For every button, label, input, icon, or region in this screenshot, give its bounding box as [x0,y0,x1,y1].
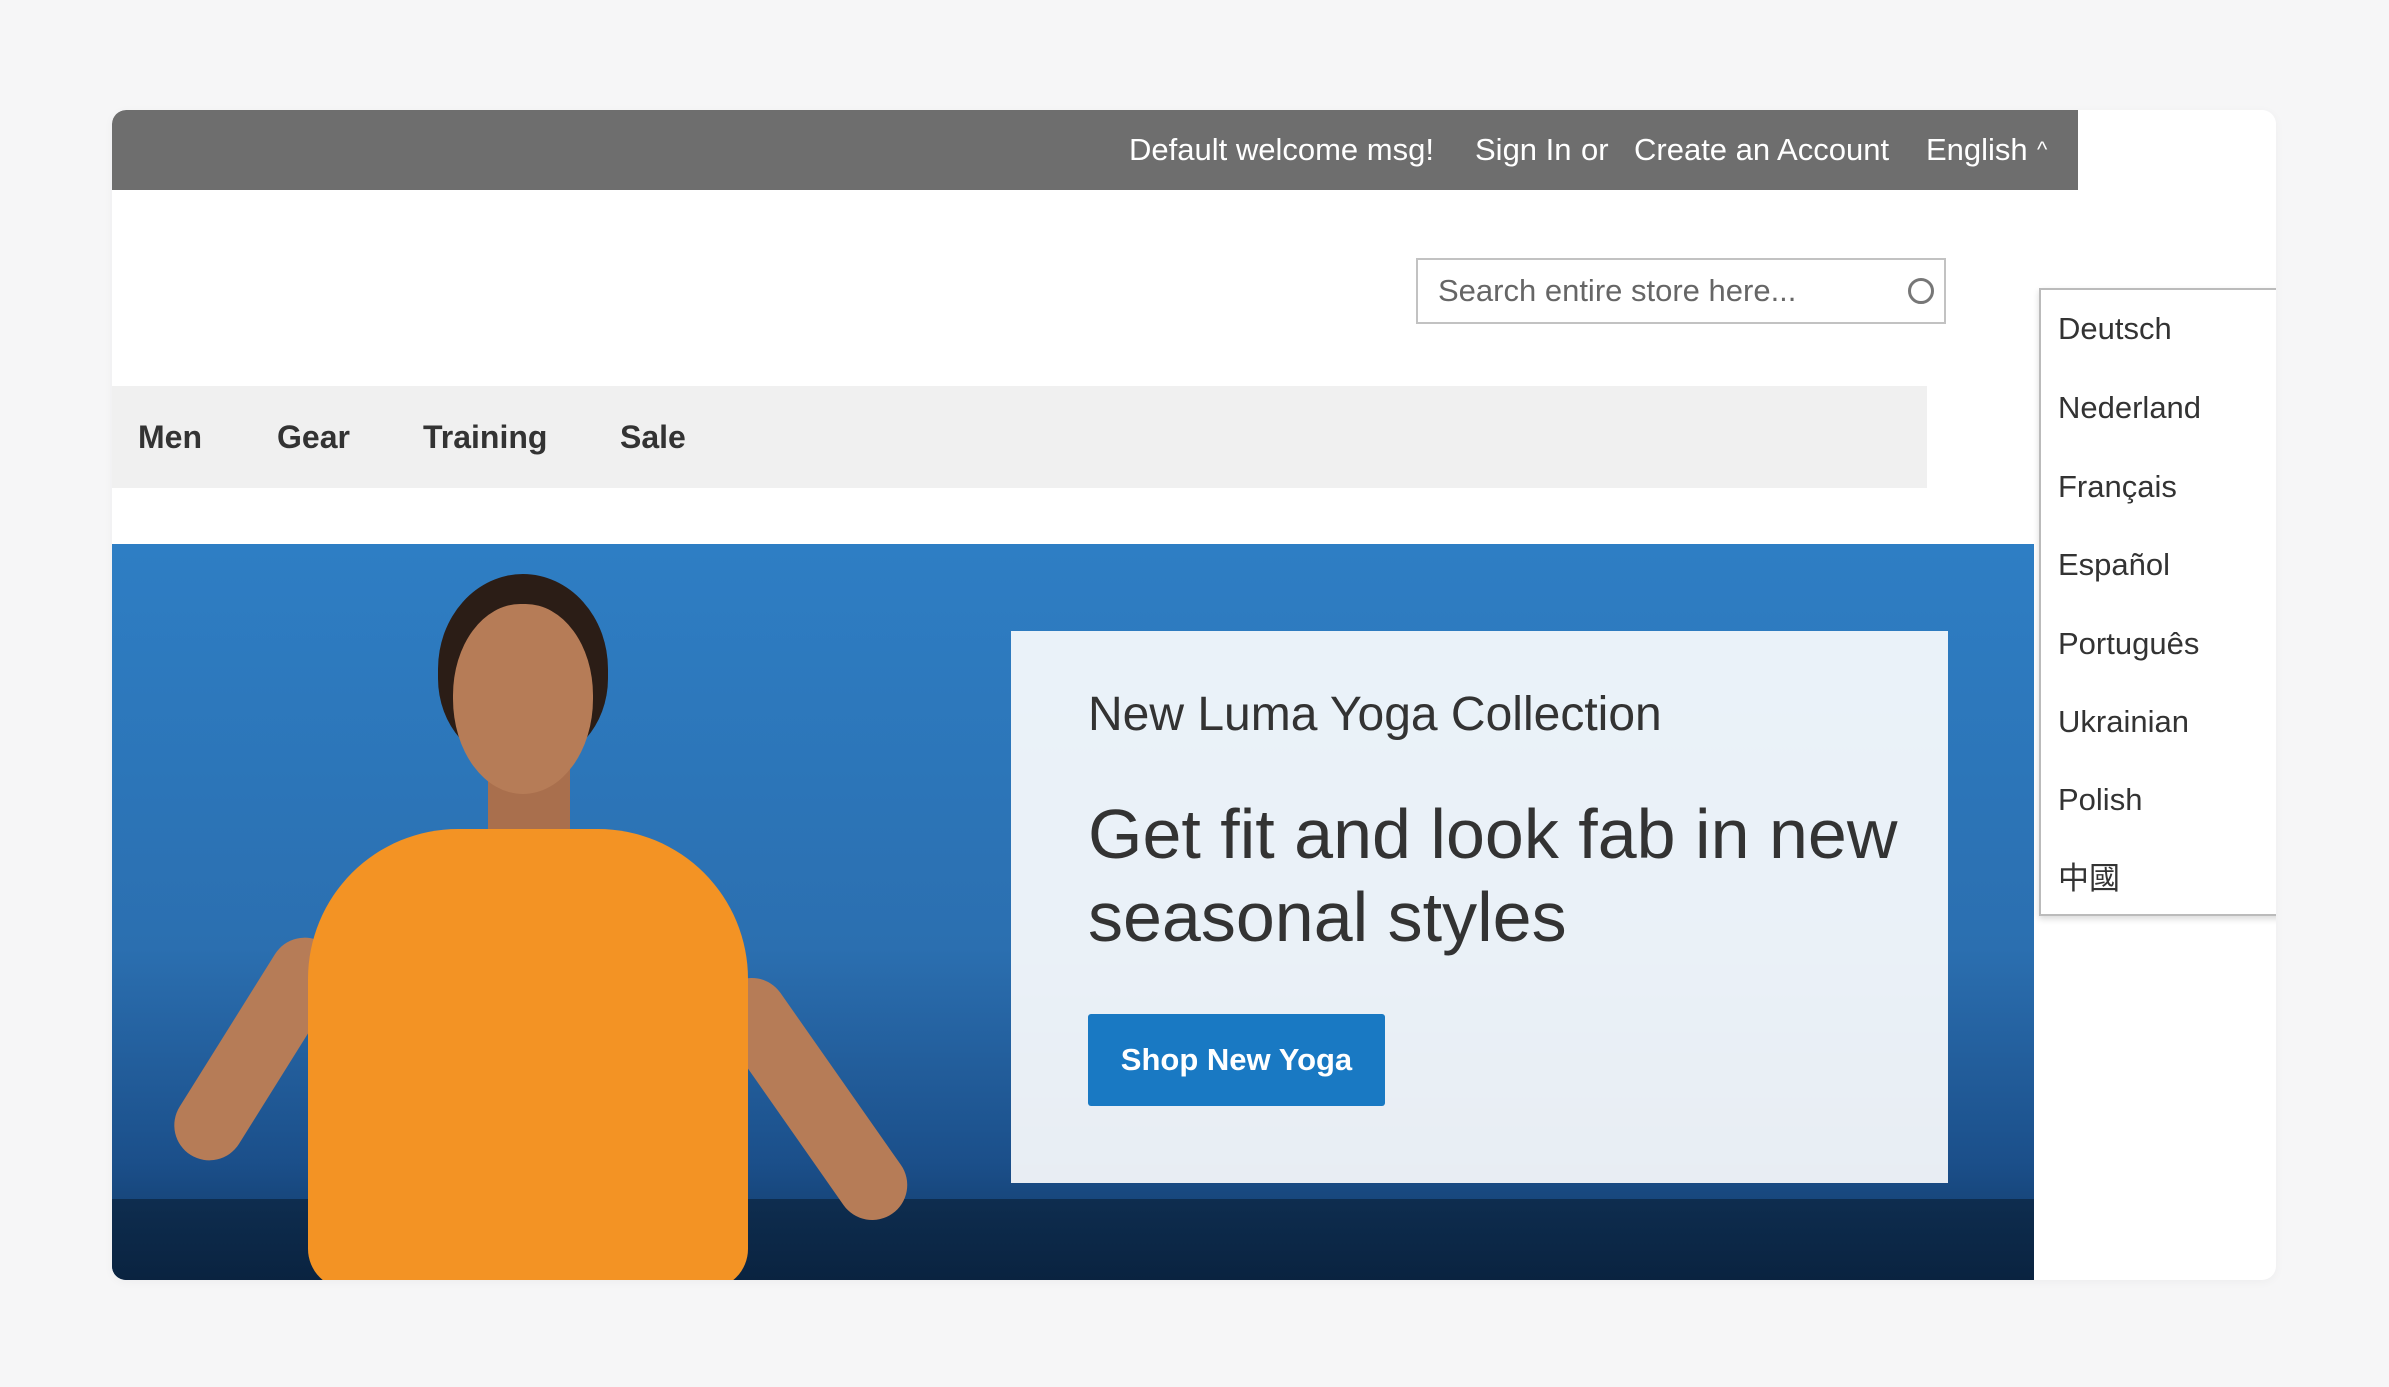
store-window: Default welcome msg! Sign In or Create a… [112,110,2276,1280]
nav-item-sale[interactable]: Sale [620,386,686,488]
promo-subtitle: New Luma Yoga Collection [1088,688,1662,741]
nav-item-training[interactable]: Training [423,386,547,488]
language-option-portugues[interactable]: Português [2058,619,2199,669]
top-header-bar: Default welcome msg! Sign In or Create a… [112,110,2078,190]
or-text: or [1581,132,1609,167]
shop-new-yoga-button[interactable]: Shop New Yoga [1088,1014,1385,1106]
woman-orange-shirt [308,829,748,1280]
create-account-link[interactable]: Create an Account [1634,110,1889,190]
language-option-deutsch[interactable]: Deutsch [2058,304,2172,354]
promo-headline: Get fit and look fab in new seasonal sty… [1088,795,1898,956]
promo-panel: New Luma Yoga Collection Get fit and loo… [1011,631,1948,1183]
hero-banner[interactable]: New Luma Yoga Collection Get fit and loo… [112,544,2034,1280]
language-switcher[interactable]: English [1926,110,2028,190]
welcome-message: Default welcome msg! [1129,132,1434,167]
search-input[interactable]: Search entire store here... [1416,258,1946,324]
chevron-up-icon[interactable]: ^ [2037,110,2047,190]
main-navigation: Men Gear Training Sale [112,386,1927,488]
language-dropdown: Deutsch Nederland Français Español Portu… [2039,288,2276,916]
nav-item-men[interactable]: Men [138,386,202,488]
dropdown-pointer [2064,276,2088,288]
language-option-chinese[interactable]: 中國 [2058,854,2120,904]
search-icon[interactable] [1908,278,1934,304]
language-option-espanol[interactable]: Español [2058,540,2170,590]
sign-in-link[interactable]: Sign In [1475,110,1572,190]
language-option-ukrainian[interactable]: Ukrainian [2058,697,2189,747]
nav-item-gear[interactable]: Gear [277,386,350,488]
language-option-francais[interactable]: Français [2058,462,2177,512]
language-option-polish[interactable]: Polish [2058,775,2142,825]
woman-face [453,604,593,794]
language-option-nederland[interactable]: Nederland [2058,383,2201,433]
search-placeholder: Search entire store here... [1438,273,1797,308]
